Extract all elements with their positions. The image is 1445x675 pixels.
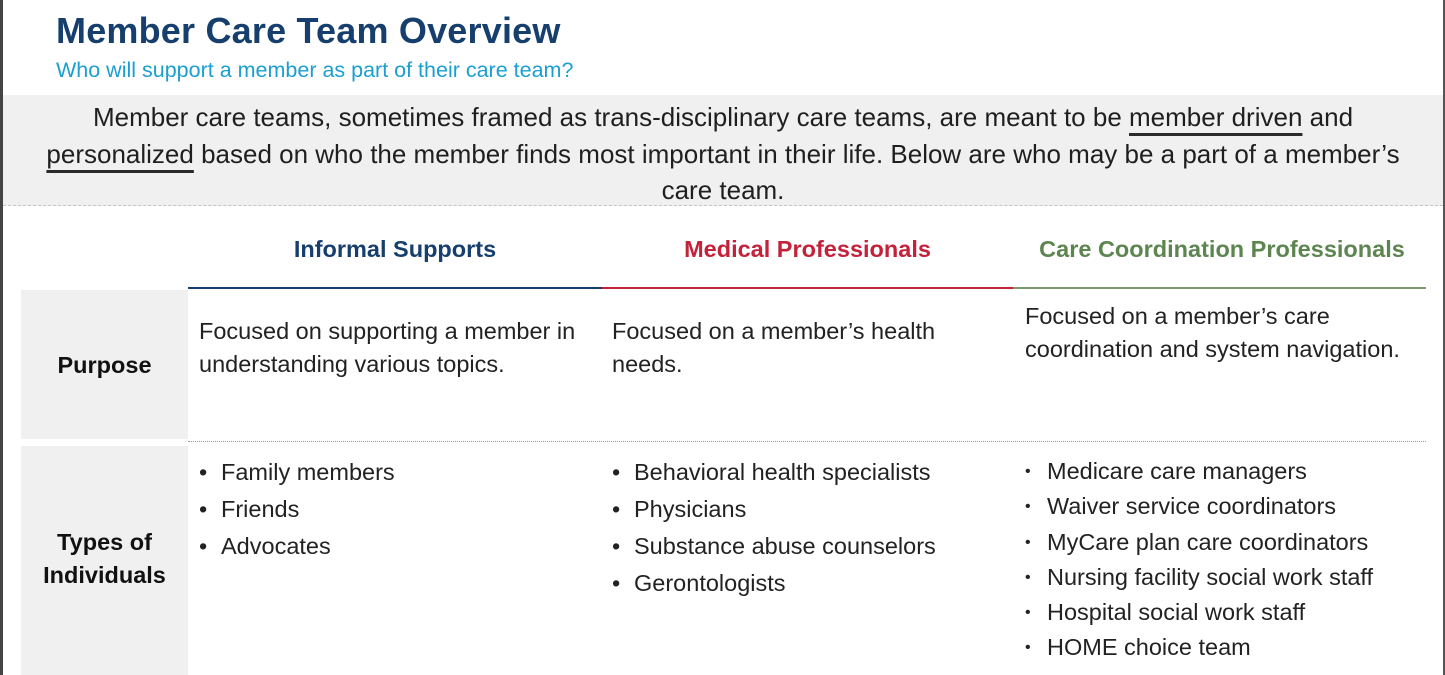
list-item-text: Waiver service coordinators [1047, 493, 1337, 520]
list-item: • Nursing facility social work staff [1025, 560, 1373, 595]
list-item-text: Substance abuse counselors [634, 533, 936, 559]
list-item: • Hospital social work staff [1025, 595, 1373, 630]
intro-paragraph: Member care teams, sometimes framed as t… [3, 95, 1443, 209]
list-item: • Advocates [199, 528, 395, 565]
list-item-text: Family members [221, 459, 395, 485]
list-item: • Friends [199, 491, 395, 528]
purpose-cell-informal: Focused on supporting a member in unders… [199, 318, 576, 377]
list-item-text: Medicare care managers [1047, 458, 1307, 484]
bullet-icon: • [1025, 639, 1031, 657]
list-item: • Physicians [612, 491, 936, 528]
list-item-text: Hospital social work staff [1047, 599, 1306, 626]
types-list-informal: • Family members • Friends • Advocates [199, 454, 395, 565]
purpose-cell-medical: Focused on a member’s health needs. [612, 318, 936, 377]
list-item: • Family members [199, 454, 395, 491]
list-item-text: Gerontologists [634, 570, 786, 596]
list-item-text: Nursing facility social work staff [1047, 563, 1374, 590]
bullet-icon: • [612, 459, 621, 485]
row-label-types: Types of Individuals [21, 526, 188, 592]
bullet-icon: • [1025, 533, 1031, 551]
row-header-types: Types of Individuals [21, 446, 188, 675]
list-item: • HOME choice team [1025, 630, 1373, 665]
intro-underlined-member-driven: member driven [1129, 102, 1303, 132]
bullet-icon: • [199, 459, 208, 485]
list-item-text: Advocates [221, 533, 331, 559]
list-item-text: Physicians [634, 496, 747, 522]
list-item: • MyCare plan care coordinators [1025, 525, 1373, 560]
row-divider [188, 441, 1426, 442]
intro-banner: Member care teams, sometimes framed as t… [3, 95, 1443, 206]
list-item: • Waiver service coordinators [1025, 489, 1373, 524]
intro-text-part3: based on who the member finds most impor… [193, 138, 1400, 206]
intro-text-part1: Member care teams, sometimes framed as t… [92, 102, 1130, 132]
list-item: • Gerontologists [612, 565, 936, 602]
column-rule-coordination [1013, 287, 1426, 289]
types-list-coordination: • Medicare care managers • Waiver service … [1025, 454, 1373, 666]
bullet-icon: • [199, 496, 208, 522]
intro-text-part2: and [1302, 102, 1354, 132]
list-item-text: HOME choice team [1047, 634, 1251, 661]
bullet-icon: • [612, 533, 621, 559]
list-item-text: Friends [221, 496, 300, 522]
list-item-text: Behavioral health specialists [634, 459, 931, 485]
bullet-icon: • [1025, 604, 1031, 622]
page-subtitle: Who will support a member as part of the… [56, 58, 574, 82]
column-header-medical-professionals: Medical Professionals [684, 236, 931, 262]
bullet-icon: • [1025, 498, 1031, 516]
column-header-care-coordination: Care Coordination Professionals [1039, 236, 1405, 262]
types-list-medical: • Behavioral health specialists • Physicia… [612, 454, 936, 602]
page-title: Member Care Team Overview [56, 10, 561, 51]
bullet-icon: • [199, 533, 208, 559]
list-item: • Behavioral health specialists [612, 454, 936, 491]
row-label-purpose: Purpose [57, 352, 152, 378]
row-label-types-line1: Types of [57, 529, 152, 555]
list-item-text: MyCare plan care coordinators [1047, 528, 1369, 555]
column-header-informal-supports: Informal Supports [293, 236, 497, 262]
column-rule-informal [188, 287, 602, 289]
purpose-cell-coordination: Focused on a member’s care coordination … [1025, 303, 1400, 362]
row-header-purpose: Purpose [21, 290, 188, 439]
bullet-icon: • [612, 570, 621, 596]
bullet-icon: • [612, 496, 621, 522]
intro-underlined-personalized: personalized [46, 138, 194, 169]
list-item: • Medicare care managers [1025, 454, 1373, 489]
bullet-icon: • [1025, 568, 1031, 586]
row-label-types-line2: Individuals [43, 562, 166, 588]
bullet-icon: • [1025, 463, 1031, 480]
column-rule-medical [602, 287, 1013, 289]
list-item: • Substance abuse counselors [612, 528, 936, 565]
